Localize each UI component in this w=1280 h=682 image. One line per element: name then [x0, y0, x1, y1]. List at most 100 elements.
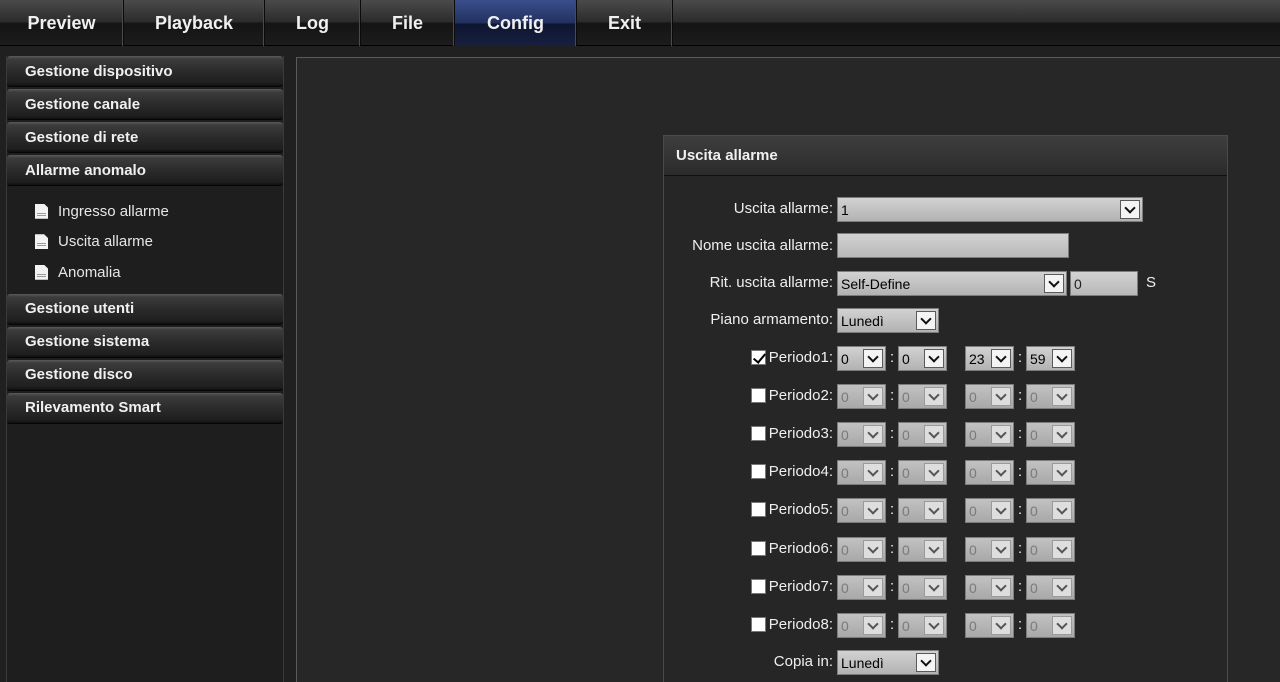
tab-playback[interactable]: Playback [124, 0, 265, 46]
chevron-down-icon[interactable] [991, 425, 1011, 444]
chevron-down-icon[interactable] [924, 540, 944, 559]
chevron-down-icon[interactable] [863, 349, 883, 368]
period2-checkbox[interactable] [751, 388, 766, 403]
chevron-down-icon[interactable] [924, 578, 944, 597]
sidebar-item-gestione-sistema[interactable]: Gestione sistema [7, 326, 283, 358]
period7-checkbox[interactable] [751, 579, 766, 594]
period8-end-minute[interactable]: 0 [1026, 613, 1075, 638]
chevron-down-icon[interactable] [863, 501, 883, 520]
chevron-down-icon[interactable] [863, 616, 883, 635]
period7-end-minute[interactable]: 0 [1026, 575, 1075, 600]
chevron-down-icon[interactable] [1052, 425, 1072, 444]
sidebar-item-gestione-disco[interactable]: Gestione disco [7, 359, 283, 391]
tab-config[interactable]: Config [455, 0, 577, 46]
period3-end-minute[interactable]: 0 [1026, 422, 1075, 447]
period1-start-minute[interactable]: 0 [898, 346, 947, 371]
copy-to-select[interactable]: Lunedì [837, 650, 939, 675]
chevron-down-icon[interactable] [1052, 463, 1072, 482]
chevron-down-icon[interactable] [1120, 200, 1140, 219]
period8-start-hour[interactable]: 0 [837, 613, 886, 638]
period8-end-hour[interactable]: 0 [965, 613, 1014, 638]
period5-end-hour[interactable]: 0 [965, 498, 1014, 523]
period6-end-hour[interactable]: 0 [965, 537, 1014, 562]
chevron-down-icon[interactable] [1052, 578, 1072, 597]
period1-start-hour[interactable]: 0 [837, 346, 886, 371]
period3-start-hour[interactable]: 0 [837, 422, 886, 447]
period7-start-minute[interactable]: 0 [898, 575, 947, 600]
period3-checkbox[interactable] [751, 426, 766, 441]
period3-start-minute[interactable]: 0 [898, 422, 947, 447]
sidebar-item-gestione-canale[interactable]: Gestione canale [7, 89, 283, 120]
chevron-down-icon[interactable] [863, 540, 883, 559]
chevron-down-icon[interactable] [863, 578, 883, 597]
period2-end-minute[interactable]: 0 [1026, 384, 1075, 409]
chevron-down-icon[interactable] [863, 425, 883, 444]
period4-start-minute[interactable]: 0 [898, 460, 947, 485]
period4-start-hour[interactable]: 0 [837, 460, 886, 485]
chevron-down-icon[interactable] [1052, 501, 1072, 520]
chevron-down-icon[interactable] [916, 311, 936, 330]
period1-checkbox[interactable] [751, 350, 766, 365]
alarm-output-select[interactable]: 1 [837, 197, 1143, 222]
chevron-down-icon[interactable] [924, 387, 944, 406]
period6-start-minute[interactable]: 0 [898, 537, 947, 562]
sidebar-subitem-uscita-allarme[interactable]: Uscita allarme [35, 227, 283, 258]
chevron-down-icon[interactable] [863, 387, 883, 406]
chevron-down-icon[interactable] [1044, 274, 1064, 293]
chevron-down-icon[interactable] [1052, 540, 1072, 559]
period6-checkbox[interactable] [751, 541, 766, 556]
sidebar-item-gestione-utenti[interactable]: Gestione utenti [7, 293, 283, 325]
sidebar-subitem-anomalia[interactable]: Anomalia [35, 257, 283, 288]
chevron-down-icon[interactable] [863, 463, 883, 482]
period2-start-minute[interactable]: 0 [898, 384, 947, 409]
sidebar-subitem-ingresso-allarme[interactable]: Ingresso allarme [35, 196, 283, 227]
sidebar-item-gestione-di-rete[interactable]: Gestione di rete [7, 122, 283, 153]
chevron-down-icon[interactable] [1052, 349, 1072, 368]
delay-seconds-input[interactable]: 0 [1070, 271, 1138, 296]
chevron-down-icon[interactable] [1052, 387, 1072, 406]
chevron-down-icon[interactable] [991, 463, 1011, 482]
sidebar-item-allarme-anomalo[interactable]: Allarme anomalo [7, 155, 283, 186]
period8-start-minute[interactable]: 0 [898, 613, 947, 638]
tab-preview[interactable]: Preview [0, 0, 124, 46]
output-name-input[interactable] [837, 233, 1069, 258]
chevron-down-icon[interactable] [924, 349, 944, 368]
delay-mode-select[interactable]: Self-Define [837, 271, 1067, 296]
period4-end-minute[interactable]: 0 [1026, 460, 1075, 485]
tab-exit[interactable]: Exit [577, 0, 673, 46]
period7-end-hour[interactable]: 0 [965, 575, 1014, 600]
chevron-down-icon[interactable] [991, 387, 1011, 406]
period7-start-hour[interactable]: 0 [837, 575, 886, 600]
period4-checkbox[interactable] [751, 464, 766, 479]
period2-end-hour[interactable]: 0 [965, 384, 1014, 409]
chevron-down-icon[interactable] [991, 540, 1011, 559]
period2-label: Periodo2: [768, 387, 833, 404]
chevron-down-icon[interactable] [991, 501, 1011, 520]
chevron-down-icon[interactable] [1052, 616, 1072, 635]
period1-end-hour[interactable]: 23 [965, 346, 1014, 371]
sidebar-item-rilevamento-smart[interactable]: Rilevamento Smart [7, 392, 283, 424]
tab-log[interactable]: Log [265, 0, 361, 46]
chevron-down-icon[interactable] [916, 653, 936, 672]
period6-start-hour[interactable]: 0 [837, 537, 886, 562]
period2-start-hour[interactable]: 0 [837, 384, 886, 409]
chevron-down-icon[interactable] [924, 425, 944, 444]
period3-end-hour[interactable]: 0 [965, 422, 1014, 447]
period1-end-minute[interactable]: 59 [1026, 346, 1075, 371]
schedule-day-select[interactable]: Lunedì [837, 308, 939, 333]
chevron-down-icon[interactable] [924, 463, 944, 482]
sidebar-item-gestione-dispositivo[interactable]: Gestione dispositivo [7, 56, 283, 87]
period5-start-hour[interactable]: 0 [837, 498, 886, 523]
chevron-down-icon[interactable] [924, 501, 944, 520]
tab-file[interactable]: File [361, 0, 455, 46]
period4-end-hour[interactable]: 0 [965, 460, 1014, 485]
period5-start-minute[interactable]: 0 [898, 498, 947, 523]
period6-end-minute[interactable]: 0 [1026, 537, 1075, 562]
chevron-down-icon[interactable] [924, 616, 944, 635]
period5-checkbox[interactable] [751, 502, 766, 517]
chevron-down-icon[interactable] [991, 349, 1011, 368]
chevron-down-icon[interactable] [991, 578, 1011, 597]
chevron-down-icon[interactable] [991, 616, 1011, 635]
period5-end-minute[interactable]: 0 [1026, 498, 1075, 523]
period8-checkbox[interactable] [751, 617, 766, 632]
